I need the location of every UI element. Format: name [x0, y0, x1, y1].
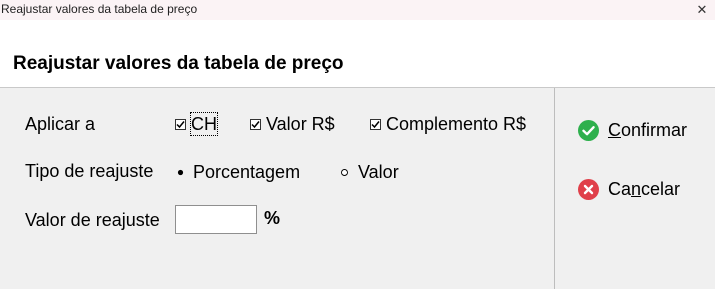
radio-porcentagem[interactable]: Porcentagem: [175, 161, 300, 183]
checkbox-ch-label: CH: [190, 112, 218, 136]
checkmark-icon: [251, 120, 260, 128]
checkbox-valor[interactable]: Valor R$: [250, 113, 335, 135]
dialog-header: Reajustar valores da tabela de preço: [0, 20, 715, 88]
radio-unselected-icon: [341, 168, 348, 176]
window-titlebar: Reajustar valores da tabela de preço ✕: [0, 0, 715, 20]
radio-porcentagem-label: Porcentagem: [193, 162, 301, 182]
checkbox-complemento-label: Complemento R$: [386, 114, 527, 134]
confirm-button[interactable]: Confirmar: [578, 117, 687, 143]
checkbox-complemento-box[interactable]: [370, 118, 381, 130]
close-button[interactable]: ✕: [689, 0, 715, 20]
percent-unit: %: [264, 208, 281, 228]
checkbox-ch-box[interactable]: [175, 118, 186, 130]
radio-valor-label: Valor: [358, 162, 399, 182]
x-circle-icon: [578, 178, 599, 200]
adjust-value-input[interactable]: [175, 205, 257, 234]
close-icon: ✕: [696, 2, 708, 17]
checkbox-complemento[interactable]: Complemento R$: [370, 113, 526, 135]
check-circle-icon: [578, 119, 599, 141]
dialog-heading: Reajustar valores da tabela de preço: [13, 53, 344, 74]
radio-valor[interactable]: Valor: [339, 161, 399, 183]
window-title: Reajustar valores da tabela de preço: [1, 2, 198, 16]
checkmark-icon: [176, 120, 185, 128]
radio-valor-indicator[interactable]: [339, 167, 350, 178]
checkbox-ch[interactable]: CH: [175, 112, 218, 136]
apply-to-label: Aplicar a: [25, 114, 96, 134]
cancel-label: Cancelar: [608, 178, 681, 199]
adjust-type-label: Tipo de reajuste: [25, 161, 154, 181]
checkmark-icon: [371, 120, 380, 128]
confirm-label: Confirmar: [608, 119, 688, 140]
checkbox-valor-box[interactable]: [250, 118, 261, 130]
vertical-divider: [554, 88, 555, 289]
radio-selected-icon: [177, 169, 184, 175]
adjust-value-label: Valor de reajuste: [25, 210, 160, 230]
radio-porcentagem-indicator[interactable]: [175, 167, 186, 178]
cancel-button[interactable]: Cancelar: [578, 176, 680, 202]
checkbox-valor-label: Valor R$: [266, 114, 335, 134]
